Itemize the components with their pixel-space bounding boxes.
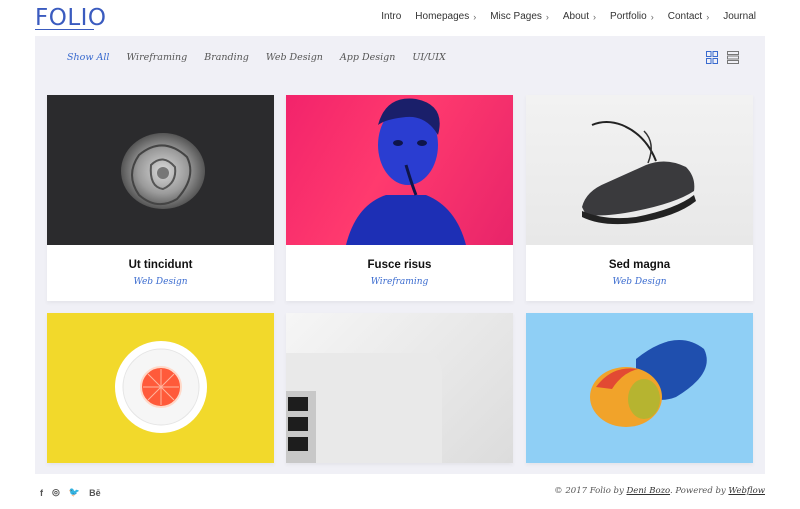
- portfolio-card[interactable]: Fusce risus Wireframing: [286, 95, 513, 301]
- chevron-right-icon: ›: [650, 11, 654, 22]
- nav-label: About: [562, 11, 590, 22]
- filter-app-design[interactable]: App Design: [340, 52, 395, 63]
- card-title: Ut tincidunt: [128, 259, 193, 271]
- nav-item-contact[interactable]: Contact ›: [668, 11, 709, 22]
- grapefruit-plate-photo: [47, 313, 274, 463]
- portfolio-panel: Show All Wireframing Branding Web Design…: [35, 36, 765, 474]
- copyright: © 2017 Folio by Deni Bozo. Powered by We…: [554, 486, 765, 496]
- chevron-right-icon: ›: [706, 11, 710, 22]
- view-toggle: [706, 51, 739, 64]
- portfolio-card[interactable]: [286, 313, 513, 463]
- nav-label: Journal: [723, 11, 756, 22]
- filter-ui-uix[interactable]: UI/UIX: [412, 52, 445, 63]
- chevron-right-icon: ›: [593, 11, 597, 22]
- nav-label: Misc Pages: [490, 11, 542, 22]
- site-header: FOLIO Intro Homepages › Misc Pages › About…: [0, 0, 800, 36]
- card-title: Fusce risus: [367, 259, 432, 271]
- rose-photo: [47, 95, 274, 245]
- nav-label: Intro: [381, 11, 402, 22]
- nav-item-about[interactable]: About ›: [563, 11, 596, 22]
- social-links: f ◎ 🐦 Bē: [40, 487, 101, 498]
- chevron-right-icon: ›: [545, 11, 549, 22]
- logo-underline: [35, 29, 94, 30]
- card-category[interactable]: Web Design: [47, 277, 274, 301]
- nav-item-journal[interactable]: Journal: [723, 11, 756, 22]
- card-category[interactable]: Wireframing: [286, 277, 513, 301]
- powered-prefix: . Powered by: [670, 486, 729, 496]
- chevron-right-icon: ›: [473, 11, 477, 22]
- list-view-icon[interactable]: [727, 51, 739, 64]
- man-neon-photo: [286, 95, 513, 245]
- mango-photo: [526, 313, 753, 463]
- laptop-photo: [286, 313, 513, 463]
- card-category[interactable]: Web Design: [526, 277, 753, 301]
- filter-web-design[interactable]: Web Design: [266, 52, 323, 63]
- nav-item-misc-pages[interactable]: Misc Pages ›: [490, 11, 549, 22]
- filter-wireframing[interactable]: Wireframing: [126, 52, 187, 63]
- instagram-icon[interactable]: ◎: [52, 487, 60, 498]
- facebook-icon[interactable]: f: [40, 488, 43, 498]
- filter-branding[interactable]: Branding: [204, 52, 249, 63]
- behance-icon[interactable]: Bē: [89, 488, 101, 498]
- card-title: Sed magna: [608, 259, 671, 271]
- filter-show-all[interactable]: Show All: [67, 52, 109, 63]
- portfolio-card[interactable]: Sed magna Web Design: [526, 95, 753, 301]
- site-footer: f ◎ 🐦 Bē © 2017 Folio by Deni Bozo. Powe…: [0, 474, 800, 509]
- nav-label: Homepages: [415, 11, 470, 22]
- portfolio-card[interactable]: [47, 313, 274, 463]
- grid-view-icon[interactable]: [706, 51, 718, 64]
- portfolio-card[interactable]: [526, 313, 753, 463]
- portfolio-card[interactable]: Ut tincidunt Web Design: [47, 95, 274, 301]
- nav-label: Portfolio: [610, 11, 647, 22]
- logo[interactable]: FOLIO: [35, 5, 107, 31]
- nav-label: Contact: [667, 11, 703, 22]
- nav-item-portfolio[interactable]: Portfolio ›: [610, 11, 654, 22]
- nav-item-intro[interactable]: Intro: [381, 11, 401, 22]
- nav-item-homepages[interactable]: Homepages ›: [415, 11, 476, 22]
- copyright-prefix: © 2017 Folio by: [554, 486, 627, 496]
- filter-bar: Show All Wireframing Branding Web Design…: [67, 52, 446, 63]
- twitter-icon[interactable]: 🐦: [69, 487, 80, 498]
- sneaker-photo: [526, 95, 753, 245]
- main-nav: Intro Homepages › Misc Pages › About › Port…: [381, 11, 756, 22]
- author-link[interactable]: Deni Bozo: [626, 486, 670, 496]
- powered-by-link[interactable]: Webflow: [728, 486, 765, 496]
